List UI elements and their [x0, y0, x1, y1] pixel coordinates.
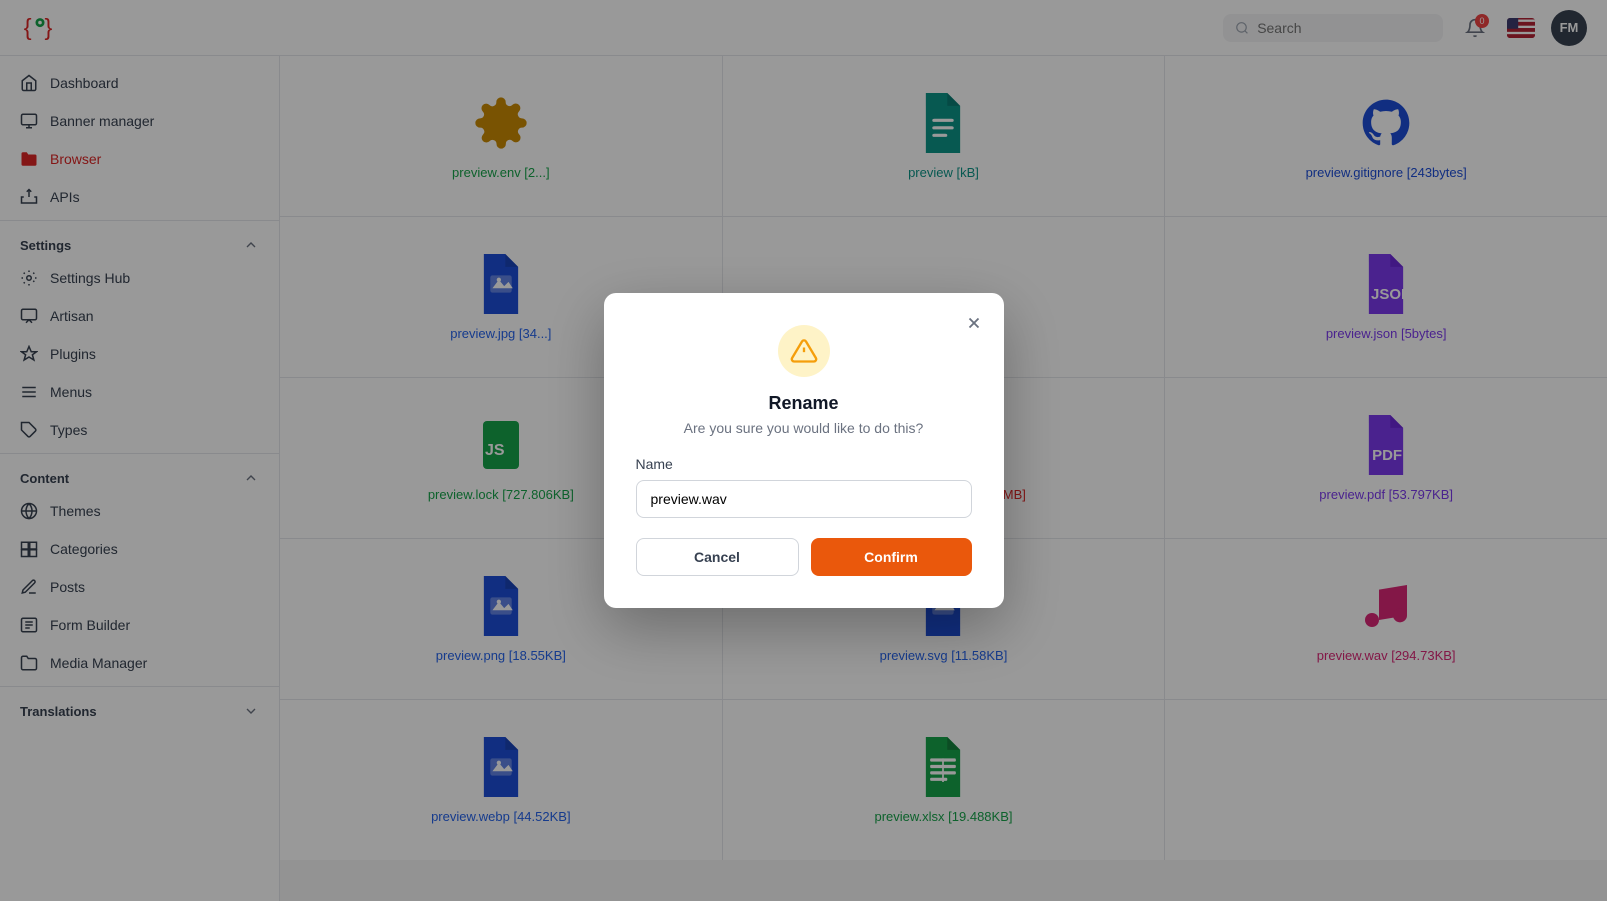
modal-close-button[interactable] [960, 309, 988, 337]
alert-triangle-icon [790, 337, 818, 365]
modal-title: Rename [636, 393, 972, 414]
modal-warning-icon [778, 325, 830, 377]
rename-modal: Rename Are you sure you would like to do… [604, 293, 1004, 608]
modal-name-label: Name [636, 456, 972, 472]
cancel-button[interactable]: Cancel [636, 538, 799, 576]
rename-input[interactable] [636, 480, 972, 518]
modal-buttons: Cancel Confirm [636, 538, 972, 576]
modal-overlay[interactable]: Rename Are you sure you would like to do… [0, 0, 1607, 901]
confirm-button[interactable]: Confirm [811, 538, 972, 576]
modal-icon-wrap [636, 325, 972, 377]
close-icon [965, 314, 983, 332]
modal-subtitle: Are you sure you would like to do this? [636, 420, 972, 436]
